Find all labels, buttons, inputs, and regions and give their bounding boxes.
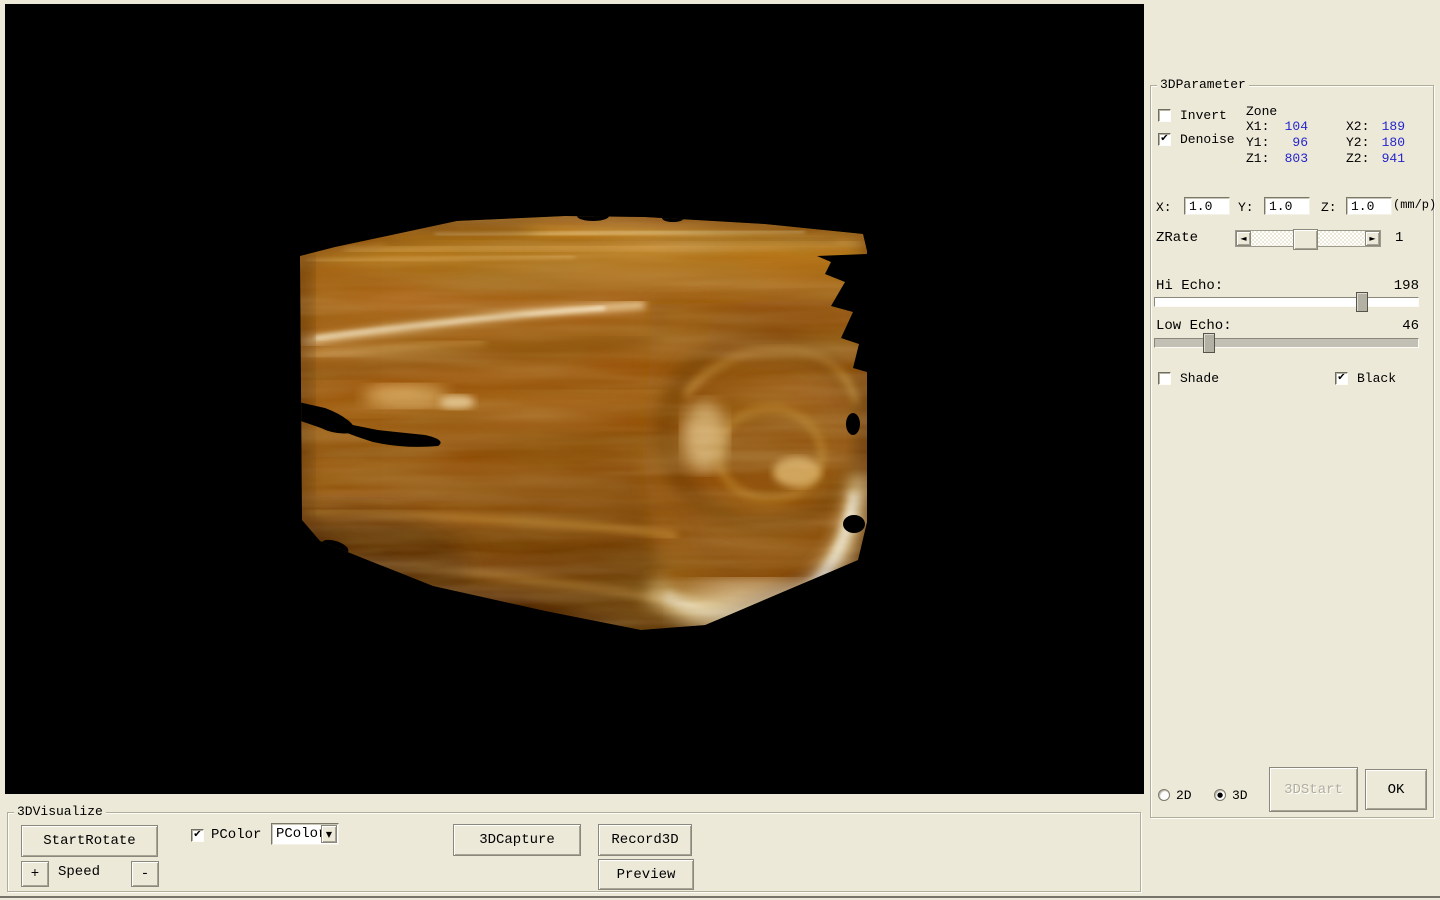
zrate-label: ZRate [1156,231,1198,246]
low-echo-label: Low Echo: [1156,319,1232,334]
checkmark-icon: ✔ [193,830,201,840]
black-label: Black [1357,371,1396,386]
low-echo-slider[interactable] [1154,338,1419,348]
mode-2d-radio[interactable] [1158,789,1170,801]
right-arrow-glyph: ► [1369,235,1375,243]
speed-label: Speed [58,865,100,880]
x-scale-label: X: [1156,200,1172,215]
low-echo-value: 46 [1381,319,1419,334]
start-rotate-button[interactable]: StartRotate [21,825,158,857]
y-scale-label: Y: [1238,200,1254,215]
mode-3d-label: 3D [1232,788,1248,803]
visualize-panel: 3DVisualize StartRotate + Speed - ✔ PCol… [7,812,1141,892]
mode-2d-label: 2D [1176,788,1192,803]
render-viewport[interactable] [5,4,1144,794]
pcolor-dropdown[interactable]: PColor ▼ [271,823,339,845]
y-scale-input[interactable] [1264,197,1310,215]
left-arrow-glyph: ◄ [1240,235,1246,243]
record3d-button[interactable]: Record3D [598,824,692,856]
scale-unit-label: (mm/p) [1393,198,1436,213]
zone-y2-label: Y2: [1346,135,1369,150]
z-scale-input[interactable] [1346,197,1392,215]
pcolor-dropdown-value: PColor [276,826,326,842]
zone-x1-value: 104 [1276,119,1308,134]
3dcapture-button[interactable]: 3DCapture [453,824,581,856]
speed-minus-button[interactable]: - [131,861,159,887]
zrate-value: 1 [1395,231,1403,246]
zrate-left-arrow-icon[interactable]: ◄ [1236,231,1251,246]
shade-checkbox[interactable] [1158,372,1171,385]
checkmark-icon: ✔ [1337,373,1345,383]
dropdown-arrow-icon[interactable]: ▼ [321,825,337,843]
denoise-label: Denoise [1180,132,1235,147]
zone-y2-value: 180 [1373,135,1405,150]
zone-label: Zone [1246,104,1277,119]
zone-y1-label: Y1: [1246,135,1269,150]
zone-z2-value: 941 [1373,151,1405,166]
zrate-right-arrow-icon[interactable]: ► [1365,231,1380,246]
black-checkbox[interactable]: ✔ [1335,372,1348,385]
z-scale-label: Z: [1321,200,1337,215]
visualize-panel-title: 3DVisualize [14,804,106,819]
denoise-checkbox[interactable]: ✔ [1158,133,1171,146]
zrate-scrollbar[interactable]: ◄ ► [1235,230,1381,247]
radio-dot-icon: ● [1217,792,1223,799]
hi-echo-value: 198 [1381,279,1419,294]
checkmark-icon: ✔ [1160,134,1168,144]
pcolor-label: PColor [211,828,261,843]
ok-button[interactable]: OK [1365,769,1427,810]
zone-x2-value: 189 [1373,119,1405,134]
volume-render [5,4,1144,794]
down-arrow-glyph: ▼ [326,830,332,839]
invert-checkbox[interactable] [1158,109,1171,122]
parameter-panel-title: 3DParameter [1157,77,1249,92]
zone-y1-value: 96 [1276,135,1308,150]
zone-x1-label: X1: [1246,119,1269,134]
3dstart-button[interactable]: 3DStart [1269,767,1358,812]
preview-button[interactable]: Preview [598,859,694,890]
x-scale-input[interactable] [1184,197,1230,215]
speed-plus-button[interactable]: + [21,861,49,887]
zone-z1-label: Z1: [1246,151,1269,166]
low-echo-thumb[interactable] [1203,333,1215,353]
window-bottom-edge [0,896,1440,898]
parameter-panel: 3DParameter Invert ✔ Denoise Zone X1: 10… [1150,85,1434,818]
invert-label: Invert [1180,108,1227,123]
hi-echo-label: Hi Echo: [1156,279,1223,294]
zone-z1-value: 803 [1276,151,1308,166]
pcolor-checkbox[interactable]: ✔ [191,829,204,842]
zone-z2-label: Z2: [1346,151,1369,166]
hi-echo-slider[interactable] [1154,297,1419,307]
mode-3d-radio[interactable]: ● [1214,789,1226,801]
shade-label: Shade [1180,371,1219,386]
hi-echo-thumb[interactable] [1356,292,1368,312]
zrate-thumb[interactable] [1293,229,1318,250]
zone-x2-label: X2: [1346,119,1369,134]
